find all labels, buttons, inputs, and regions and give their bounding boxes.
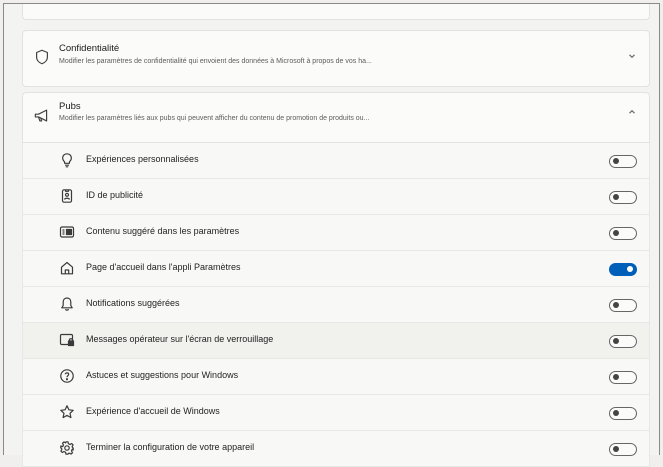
toggle-switch[interactable] [609,371,637,384]
setting-label: Astuces et suggestions pour Windows [86,370,239,380]
pubs-section-title: Pubs [59,101,81,112]
megaphone-icon [33,107,53,127]
shield-icon [33,48,53,68]
setting-row-settings-home-page: Page d'accueil dans l'appli Paramètres [22,251,650,287]
setting-row-welcome-experience: Expérience d'accueil de Windows [22,395,650,431]
setting-row-tips-suggestions: Astuces et suggestions pour Windows [22,359,650,395]
toggle-knob [613,410,619,417]
chevron-down-icon[interactable] [627,51,637,61]
toggle-knob [613,158,619,165]
suggested-content-icon [59,224,75,240]
toggle-knob [627,266,633,273]
pubs-section-subtitle: Modifier les paramètres liés aux pubs qu… [59,115,370,122]
toggle-knob [613,446,619,453]
toggle-knob [613,302,619,309]
settings-window: Confidentialité Modifier les paramètres … [3,3,660,467]
star-icon [59,404,75,420]
toggle-knob [613,374,619,381]
setting-row-suggested-notifications: Notifications suggérées [22,287,650,323]
setting-label: Messages opérateur sur l'écran de verrou… [86,334,274,344]
setting-row-suggested-content: Contenu suggéré dans les paramètres [22,215,650,251]
pubs-section-header[interactable]: Pubs Modifier les paramètres liés aux pu… [22,92,650,143]
setting-label: ID de publicité [86,190,144,200]
lock-screen-icon [59,332,75,348]
setting-row-personalized-experiences: Expériences personnalisées [22,143,650,179]
previous-card-edge [22,4,650,20]
bell-icon [59,296,75,312]
chevron-up-icon[interactable] [627,107,637,117]
toggle-knob [613,230,619,237]
toggle-knob [613,338,619,345]
toggle-switch[interactable] [609,299,637,312]
help-circle-icon [59,368,75,384]
home-icon [59,260,75,276]
toggle-switch[interactable] [609,407,637,420]
privacy-section-subtitle: Modifier les paramètres de confidentiali… [59,58,372,65]
id-badge-icon [59,188,75,204]
toggle-switch[interactable] [609,227,637,240]
gear-icon [59,440,75,456]
setting-row-lock-screen-messages: Messages opérateur sur l'écran de verrou… [22,323,650,359]
setting-row-advertising-id: ID de publicité [22,179,650,215]
setting-label: Contenu suggéré dans les paramètres [86,226,240,236]
toggle-switch[interactable] [609,191,637,204]
setting-label: Terminer la configuration de votre appar… [86,442,255,452]
toggle-switch[interactable] [609,263,637,276]
toggle-switch[interactable] [609,335,637,348]
toggle-switch[interactable] [609,155,637,168]
setting-label: Expérience d'accueil de Windows [86,406,220,416]
setting-label: Expériences personnalisées [86,154,199,164]
setting-row-finish-setup: Terminer la configuration de votre appar… [22,431,650,467]
toggle-knob [613,194,619,201]
privacy-section-title: Confidentialité [59,43,120,54]
privacy-section-header[interactable]: Confidentialité Modifier les paramètres … [22,30,650,87]
setting-label: Notifications suggérées [86,298,180,308]
lightbulb-icon [59,152,75,168]
setting-label: Page d'accueil dans l'appli Paramètres [86,262,241,272]
toggle-switch[interactable] [609,443,637,456]
